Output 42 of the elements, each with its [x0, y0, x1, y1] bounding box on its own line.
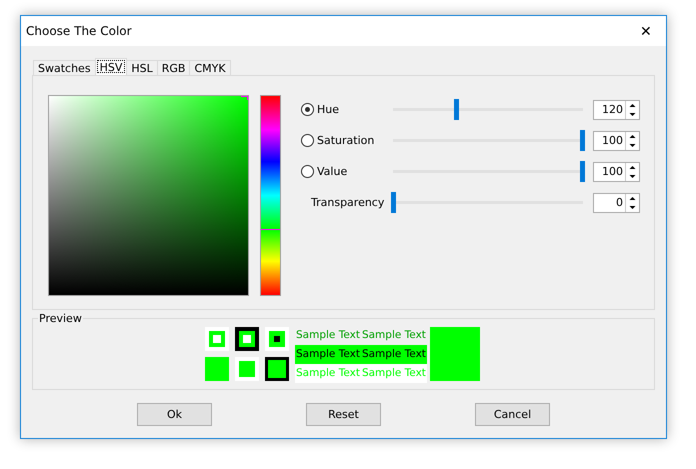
preview-swatch [235, 327, 259, 351]
preview-swatch [265, 327, 289, 351]
preview-swatch [205, 357, 229, 381]
slider-thumb[interactable] [391, 192, 396, 213]
preview-swatch [205, 327, 229, 351]
tab[interactable]: HSV [94, 58, 128, 75]
number-spinner[interactable]: 0 [593, 192, 640, 212]
tab[interactable]: Swatches [33, 60, 96, 75]
slider-label: Transparency [311, 196, 386, 209]
window-title: Choose The Color [26, 24, 132, 38]
dialog-button[interactable]: Reset [306, 403, 381, 426]
preview-swatch [235, 357, 259, 381]
color-marker [241, 96, 248, 100]
radio-option[interactable]: Value [301, 165, 391, 178]
preview-swatch [265, 357, 289, 381]
hue-marker [261, 228, 280, 230]
radio-option[interactable]: Saturation [301, 134, 391, 147]
slider-thumb[interactable] [580, 161, 585, 182]
dialog-button[interactable]: Cancel [475, 403, 550, 426]
sample-text: Sample Text [360, 344, 427, 364]
tab[interactable]: CMYK [189, 60, 231, 75]
slider-thumb[interactable] [580, 130, 585, 151]
sample-text: Sample Text [295, 344, 361, 364]
dialog-button[interactable]: Ok [137, 403, 212, 426]
number-spinner[interactable]: 100 [593, 162, 640, 182]
saturation-value-area[interactable] [48, 95, 249, 296]
group-label: Preview [38, 312, 83, 325]
sample-text: Sample Text [295, 364, 361, 382]
radio-icon[interactable] [301, 134, 314, 147]
hue-bar[interactable] [260, 95, 281, 296]
radio-icon[interactable] [301, 103, 314, 116]
tab[interactable]: RGB [156, 60, 190, 75]
sample-text: Sample Text [360, 364, 427, 382]
color-preview [430, 327, 480, 381]
number-spinner[interactable]: 100 [593, 130, 640, 150]
radio-option[interactable]: Hue [301, 103, 391, 116]
sample-text: Sample Text [295, 328, 361, 342]
tab[interactable]: HSL [126, 60, 158, 75]
slider-thumb[interactable] [454, 99, 459, 120]
radio-icon[interactable] [301, 165, 314, 178]
sample-text: Sample Text [360, 328, 427, 342]
number-spinner[interactable]: 120 [593, 100, 640, 120]
